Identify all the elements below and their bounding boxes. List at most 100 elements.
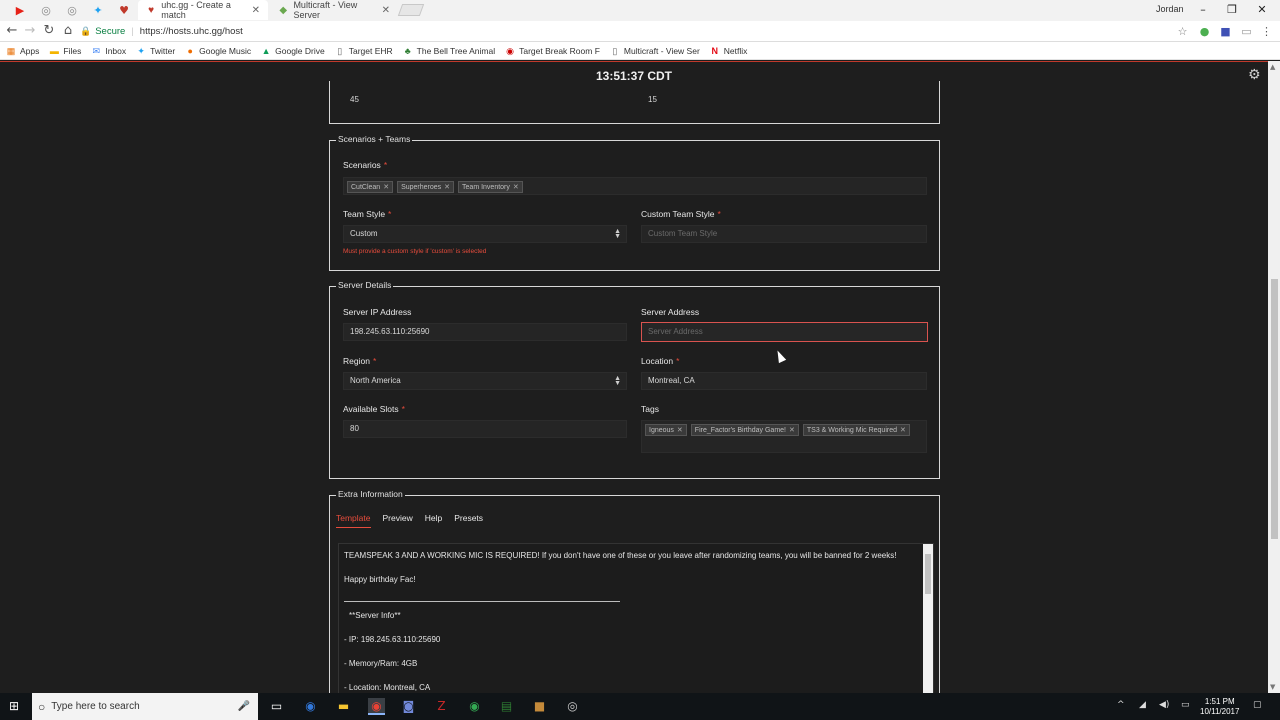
bookmark-label: Apps xyxy=(20,45,40,56)
editor-line: - Memory/Ram: 4GB xyxy=(344,659,418,668)
top-left-value-field[interactable]: 45 xyxy=(343,91,627,109)
reddit-pinned-tab-icon-2[interactable]: ◎ xyxy=(61,2,83,19)
gear-icon[interactable]: ⚙ xyxy=(1248,67,1261,83)
volume-icon[interactable]: ◀) xyxy=(1159,700,1169,710)
team-style-select[interactable]: Custom ▲ ▼ xyxy=(343,225,627,243)
bookmark-google-drive[interactable]: ▲ Google Drive xyxy=(261,46,325,56)
remove-chip-icon[interactable]: ✕ xyxy=(789,427,795,434)
editor-line: Happy birthday Fac! xyxy=(344,575,416,584)
file-explorer-icon[interactable]: ▬ xyxy=(335,698,352,715)
tray-chevron-icon[interactable]: ^ xyxy=(1117,700,1125,710)
youtube-pinned-tab-icon[interactable]: ▶ xyxy=(9,2,31,19)
extension-icon-2[interactable]: ■ xyxy=(1219,25,1232,38)
url-field[interactable]: 🔒 Secure | https://hosts.uhc.gg/host xyxy=(80,22,1194,40)
editor-scrollbar[interactable] xyxy=(923,544,933,693)
page-scroll-thumb[interactable] xyxy=(1271,279,1278,539)
network-icon[interactable]: ◢ xyxy=(1139,700,1146,710)
chrome-icon-2[interactable]: ◉ xyxy=(466,698,483,715)
scenarios-teams-legend: Scenarios + Teams xyxy=(336,134,413,144)
back-arrow-icon[interactable]: ← xyxy=(3,23,21,39)
taskbar-clock[interactable]: 1:51 PM 10/11/2017 xyxy=(1200,697,1239,717)
heart-pinned-tab-icon[interactable]: ♥ xyxy=(113,2,135,19)
twitter-pinned-tab-icon[interactable]: ✦ xyxy=(87,2,109,19)
forward-arrow-icon[interactable]: → xyxy=(21,23,39,39)
new-tab-button[interactable] xyxy=(397,4,425,16)
editor-scroll-thumb[interactable] xyxy=(925,554,931,594)
tags-multiselect[interactable]: Igneous ✕ Fire_Factor's Birthday Game! ✕ TS3… xyxy=(641,420,927,453)
chrome-icon[interactable]: ◉ xyxy=(368,698,385,715)
task-view-icon[interactable]: ▭ xyxy=(268,698,285,715)
bookmark-target-ehr[interactable]: ▯ Target EHR xyxy=(335,46,392,56)
scenarios-multiselect[interactable]: CutClean ✕ Superheroes ✕ Team Inventory ✕ xyxy=(343,177,927,195)
remove-chip-icon[interactable]: ✕ xyxy=(513,184,519,191)
reddit-pinned-tab-icon[interactable]: ◎ xyxy=(35,2,57,19)
discord-icon[interactable]: ◙ xyxy=(400,698,417,715)
tab-template[interactable]: Template xyxy=(336,513,371,528)
secure-label: Secure xyxy=(95,25,126,37)
lock-icon: 🔒 xyxy=(80,25,92,36)
bookmark-apps[interactable]: ▦ Apps xyxy=(6,45,40,56)
menu-icon[interactable]: ⋮ xyxy=(1260,25,1273,38)
home-icon[interactable]: ⌂ xyxy=(59,23,77,39)
server-address-input[interactable]: Server Address xyxy=(641,322,928,342)
restore-icon[interactable]: ❐ xyxy=(1222,2,1242,18)
scroll-up-icon[interactable]: ▲ xyxy=(1270,63,1275,71)
remove-chip-icon[interactable]: ✕ xyxy=(677,427,683,434)
close-icon[interactable]: ✕ xyxy=(382,5,390,16)
tab-presets[interactable]: Presets xyxy=(454,513,483,528)
remove-chip-icon[interactable]: ✕ xyxy=(444,184,450,191)
bookmarks-bar: ▦ Apps ▬ Files ✉ Inbox ✦ Twitter ● Google Mus… xyxy=(0,42,1280,60)
top-right-value-field[interactable]: 15 xyxy=(641,91,927,109)
custom-team-style-input[interactable]: Custom Team Style xyxy=(641,225,927,243)
spreadsheet-icon[interactable]: ▤ xyxy=(498,698,515,715)
minecraft-icon[interactable]: ■ xyxy=(531,698,548,715)
bookmark-target-break[interactable]: ◉ Target Break Room F xyxy=(505,46,600,56)
bookmark-google-music[interactable]: ● Google Music xyxy=(185,46,251,56)
tab-multicraft[interactable]: ◆ Multicraft - View Server ✕ xyxy=(270,0,398,20)
bookmark-bell-tree[interactable]: ♣ The Bell Tree Animal xyxy=(403,46,495,56)
tab-help[interactable]: Help xyxy=(425,513,442,528)
bookmark-twitter[interactable]: ✦ Twitter xyxy=(136,46,175,56)
server-ip-input[interactable]: 198.245.63.110:25690 xyxy=(343,323,627,341)
chip-label: Igneous xyxy=(649,427,674,434)
server-details-fieldset: Server Details Server IP Address 198.245… xyxy=(329,280,940,479)
required-asterisk: * xyxy=(383,160,388,170)
remove-chip-icon[interactable]: ✕ xyxy=(900,427,906,434)
bookmark-inbox[interactable]: ✉ Inbox xyxy=(91,46,127,56)
tab-preview[interactable]: Preview xyxy=(383,513,413,528)
extension-icon-3[interactable]: ▭ xyxy=(1240,25,1253,38)
chrome-like-icon[interactable]: ◉ xyxy=(302,698,319,715)
star-icon[interactable]: ☆ xyxy=(1176,25,1189,38)
keyboard-icon[interactable]: ▭ xyxy=(1181,700,1190,710)
reload-icon[interactable]: ↻ xyxy=(40,23,58,39)
bookmark-multicraft[interactable]: ▯ Multicraft - View Ser xyxy=(610,46,699,56)
obs-icon[interactable]: ◎ xyxy=(564,698,581,715)
previous-fieldset: 45 15 xyxy=(329,81,940,124)
required-asterisk: * xyxy=(401,404,405,414)
microphone-icon[interactable]: 🎤 xyxy=(238,701,250,712)
bookmark-files[interactable]: ▬ Files xyxy=(49,46,81,56)
tab-uhc-create-match[interactable]: ♥ uhc.gg - Create a match ✕ xyxy=(138,0,268,20)
region-value: North America xyxy=(350,376,401,385)
window-close-icon[interactable]: ✕ xyxy=(1252,2,1272,18)
remove-chip-icon[interactable]: ✕ xyxy=(383,184,389,191)
taskbar-search-box[interactable]: ○ Type here to search 🎤 xyxy=(32,693,258,720)
scroll-down-icon[interactable]: ▼ xyxy=(1270,683,1275,691)
chip-label: Team Inventory xyxy=(462,184,510,191)
windows-start-icon[interactable]: ⊞ xyxy=(9,699,23,713)
minimize-icon[interactable]: – xyxy=(1193,2,1213,18)
chip-label: TS3 & Working Mic Required xyxy=(806,427,897,434)
filezilla-icon[interactable]: Z xyxy=(433,698,450,715)
team-style-label: Team Style * xyxy=(343,209,391,219)
location-input[interactable]: Montreal, CA xyxy=(641,372,927,390)
extension-icon[interactable]: ● xyxy=(1198,25,1211,38)
bookmark-netflix[interactable]: N Netflix xyxy=(710,46,748,56)
extra-info-legend: Extra Information xyxy=(336,489,405,499)
notifications-icon[interactable]: ▢ xyxy=(1253,700,1262,710)
page-scrollbar[interactable]: ▲ ▼ xyxy=(1268,61,1280,693)
region-select[interactable]: North America ▲ ▼ xyxy=(343,372,627,390)
profile-name[interactable]: Jordan xyxy=(1156,4,1184,14)
close-icon[interactable]: ✕ xyxy=(252,5,260,16)
template-editor[interactable]: TEAMSPEAK 3 AND A WORKING MIC IS REQUIRE… xyxy=(338,543,934,693)
available-slots-input[interactable]: 80 xyxy=(343,420,627,438)
